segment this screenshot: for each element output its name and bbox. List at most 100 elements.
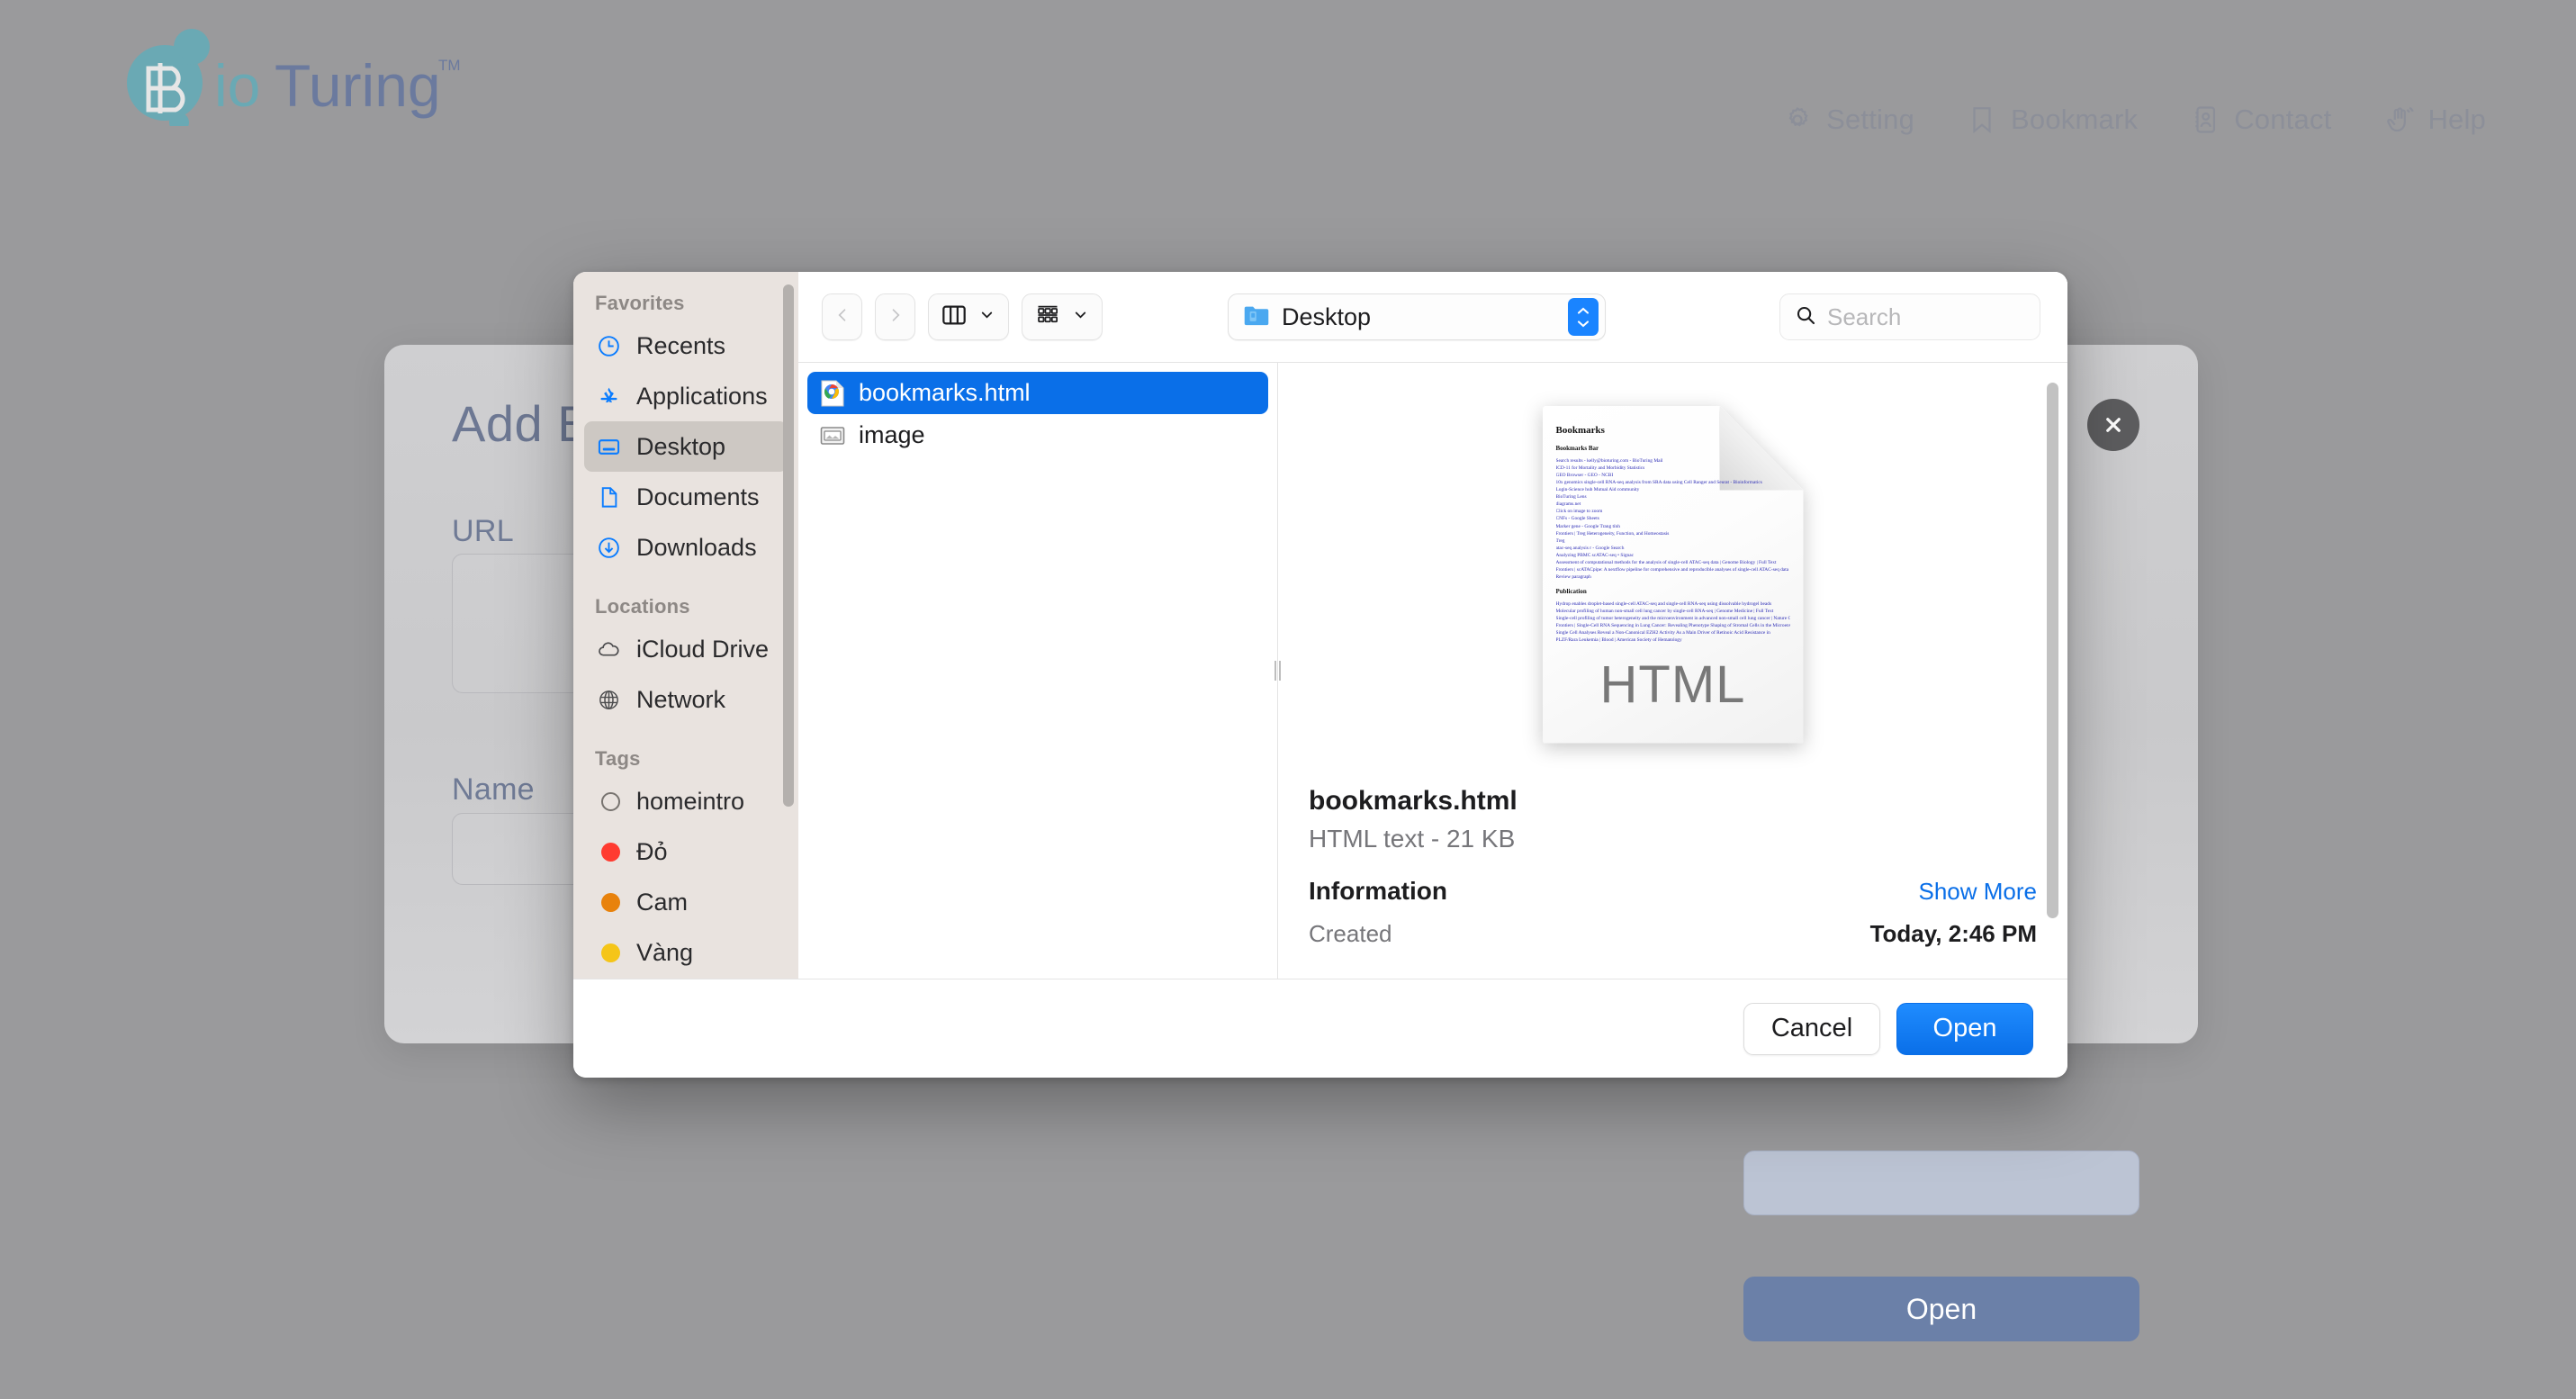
clock-icon [595,332,622,359]
sidebar-item-tag-homeintro[interactable]: homeintro [584,776,788,826]
preview-info: bookmarks.html HTML text - 21 KB Informa… [1278,786,2067,948]
tag-dot-icon [595,788,622,815]
nav-item-label: Help [2427,104,2486,135]
sidebar-item-label: iCloud Drive [636,635,770,663]
nav-item-setting[interactable]: Setting [1782,104,1914,136]
preview-filename: bookmarks.html [1309,786,1518,816]
download-icon [595,534,622,561]
tag-dot-icon [595,889,622,916]
dialog-footer: Cancel Open [573,979,2067,1078]
doc-section-title: Bookmarks Bar [1555,445,1599,453]
sidebar-item-tag-vang[interactable]: Vàng [584,927,788,978]
sidebar-item-label: Cam [636,888,689,916]
file-type-label: HTML [1599,654,1746,714]
sidebar-section-title: Favorites [595,292,685,314]
tag-dot-icon [595,838,622,865]
doc-link-list-2: Hydrop enables droplet-based single-cell… [1555,600,1790,644]
modal-secondary-button[interactable] [1743,1151,2139,1215]
dialog-sidebar: Favorites Recents Applications Desktop D… [573,272,798,979]
folder-icon [1243,303,1270,331]
sidebar-item-label: Documents [636,483,760,510]
search-placeholder: Search [1827,302,1902,330]
dialog-body: Favorites Recents Applications Desktop D… [573,272,2067,979]
preview-column: Bookmarks Bookmarks Bar Search results -… [1278,363,2067,979]
dialog-main: Desktop Search bookmarks.html image Book… [798,272,2067,979]
chevron-down-icon [1072,306,1089,328]
dialog-toolbar: Desktop Search [798,272,2067,362]
forward-button[interactable] [875,293,915,340]
cancel-button[interactable]: Cancel [1743,1002,1880,1055]
sidebar-item-label: Đỏ [636,837,668,865]
sidebar-scrollbar[interactable] [783,284,794,807]
info-row: Created Today, 2:46 PM [1309,920,2037,948]
close-icon[interactable] [2087,399,2139,451]
information-heading: Information [1309,877,1447,905]
path-popup-button[interactable]: Desktop [1228,293,1606,340]
nav-item-contact[interactable]: Contact [2190,104,2331,136]
sidebar-item-icloud-drive[interactable]: iCloud Drive [584,624,788,674]
sidebar-item-desktop[interactable]: Desktop [584,421,788,472]
svg-text:Turing: Turing [275,52,441,119]
nav-item-help[interactable]: Help [2383,104,2486,136]
doc-title: Bookmarks [1555,424,1605,436]
sidebar-item-tag-do[interactable]: Đỏ [584,826,788,877]
gear-icon [1782,104,1813,135]
sidebar-item-downloads[interactable]: Downloads [584,522,788,573]
sidebar-item-label: Vàng [636,938,694,966]
file-list-item[interactable]: image [807,414,1268,456]
sidebar-item-tag-luc[interactable]: Lục [584,978,788,979]
sidebar-item-label: Applications [636,382,768,410]
search-icon [1795,304,1816,330]
preview-kind-size: HTML text - 21 KB [1309,825,1516,853]
sidebar-item-documents[interactable]: Documents [584,472,788,522]
file-list-column: bookmarks.html image [798,363,1281,979]
search-input[interactable]: Search [1779,293,2040,340]
preview-thumbnail: Bookmarks Bookmarks Bar Search results -… [1278,363,2067,786]
info-key: Created [1309,920,1392,947]
preview-scrollbar[interactable] [2047,383,2058,918]
nav-item-bookmark[interactable]: Bookmark [1967,104,2138,136]
sidebar-section-tags: Tags homeintro Đỏ Cam Vàng [573,747,798,979]
document-preview-text: Bookmarks Bookmarks Bar Search results -… [1556,424,1790,645]
desktop-icon [595,433,622,460]
group-by-icon [1035,303,1060,331]
name-label: Name [452,772,535,807]
bookmark-icon [1967,104,1997,135]
sidebar-item-tag-cam[interactable]: Cam [584,877,788,927]
file-list-item[interactable]: bookmarks.html [807,372,1268,414]
nav-item-label: Bookmark [2011,104,2139,135]
sidebar-item-recents[interactable]: Recents [584,320,788,371]
show-more-link[interactable]: Show More [1919,878,2038,906]
modal-primary-button[interactable]: Open [1743,1277,2139,1341]
page-header: io Turing TM Setting Bookmark Contact He… [0,0,2576,189]
contact-book-icon [2190,104,2220,135]
svg-text:TM: TM [438,57,461,74]
cloud-icon [595,636,622,663]
sidebar-item-network[interactable]: Network [584,674,788,725]
header-nav: Setting Bookmark Contact Help [1782,104,2486,136]
chrome-html-file-icon [820,379,845,408]
nav-item-label: Setting [1826,104,1915,135]
path-label: Desktop [1282,302,1372,330]
chevron-left-icon [833,306,851,329]
back-button[interactable] [822,293,862,340]
tag-dot-icon [595,939,622,966]
sidebar-section-title: Locations [595,595,690,618]
document-icon [595,483,622,510]
view-mode-button[interactable] [928,293,1009,340]
globe-icon [595,686,622,713]
sidebar-item-label: homeintro [636,787,745,815]
column-view-icon [941,303,967,331]
doc-link-list-1: Search results - kelly@bioturing.com - B… [1555,457,1789,581]
waving-hand-icon [2383,104,2415,135]
chevron-right-icon [887,306,905,329]
group-by-button[interactable] [1022,293,1103,340]
path-stepper-icon[interactable] [1568,298,1599,336]
svg-text:io: io [214,52,260,119]
file-open-dialog: Favorites Recents Applications Desktop D… [573,272,2067,1078]
sidebar-section-favorites: Favorites Recents Applications Desktop D… [573,292,798,573]
open-button[interactable]: Open [1896,1002,2033,1055]
sidebar-item-label: Downloads [636,533,757,561]
doc-section-title: Publication [1555,588,1587,596]
sidebar-item-applications[interactable]: Applications [584,371,788,421]
